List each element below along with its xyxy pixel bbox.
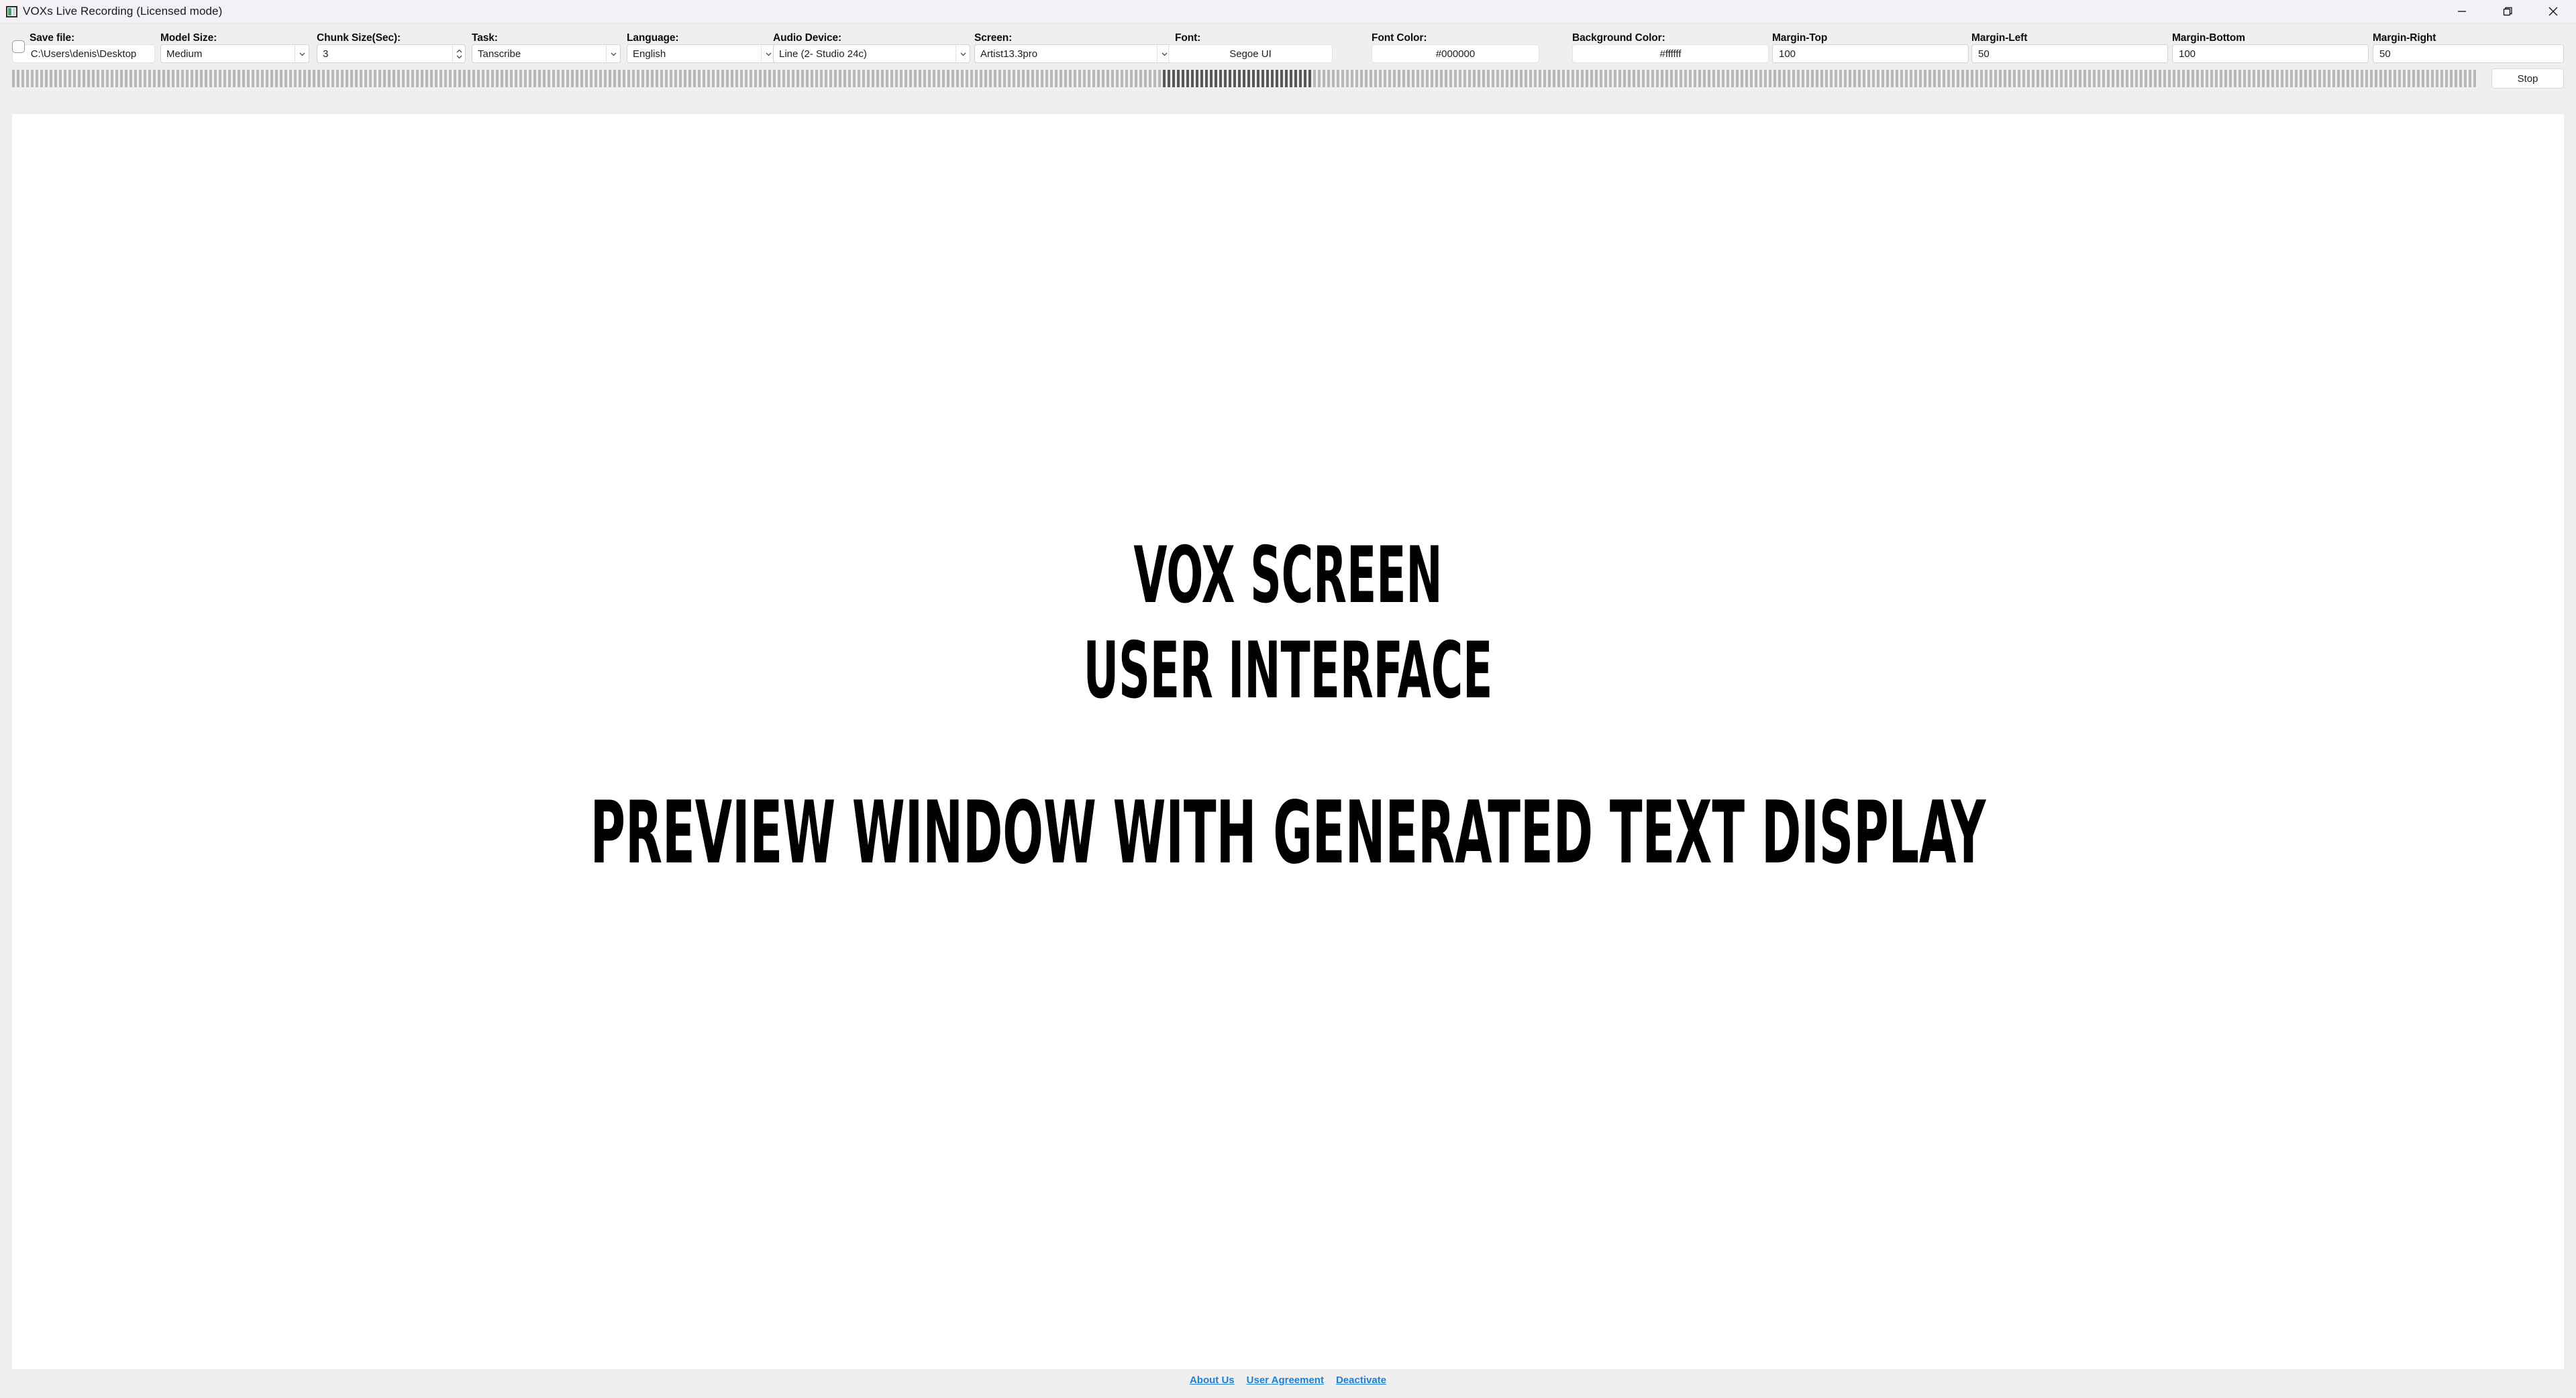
save-file-checkbox[interactable] [12,40,25,53]
save_file-button[interactable]: C:\Users\denis\Desktop [12,44,155,63]
field-margin_bottom: Margin-Bottom 100 [2172,23,2369,68]
font_color-button[interactable]: #000000 [1372,44,1539,63]
font-button[interactable]: Segoe UI [1168,44,1333,63]
preview-line-1: VOX SCREEN [1133,530,1443,621]
audio-level-meter[interactable] [12,70,2477,87]
field-save_file: Save file: C:\Users\denis\Desktop [12,23,155,68]
window-titlebar: VOXs Live Recording (Licensed mode) [0,0,2576,23]
footer-link-about-us[interactable]: About Us [1190,1375,1235,1386]
footer-link-user-agreement[interactable]: User Agreement [1247,1375,1324,1386]
preview-line-3: PREVIEW WINDOW WITH GENERATED TEXT DISPL… [590,783,1986,883]
close-icon[interactable] [2530,0,2576,23]
margin_bottom-input[interactable]: 100 [2172,44,2369,63]
field-language: Language: English [627,23,776,68]
meter-idle-right [1313,70,2477,87]
settings-toolbar: Save file: C:\Users\denis\Desktop Model Si… [0,23,2576,68]
field-model_size: Model Size: Medium [160,23,309,68]
preview-window[interactable]: VOX SCREEN USER INTERFACE PREVIEW WINDOW… [12,114,2564,1369]
save_file-label: Save file: [30,32,75,44]
margin_top-label: Margin-Top [1772,32,1828,44]
stepper-arrows-icon[interactable] [452,44,466,63]
window-controls [2439,0,2576,23]
margin_right-label: Margin-Right [2373,32,2436,44]
vox-app-icon [6,5,17,17]
background_color-label: Background Color: [1572,32,1665,44]
restore-icon[interactable] [2485,0,2530,23]
language-label: Language: [627,32,679,44]
field-margin_right: Margin-Right 50 [2373,23,2564,68]
language-value[interactable]: English [627,44,761,63]
minimize-icon[interactable] [2439,0,2485,23]
margin_top-input[interactable]: 100 [1772,44,1969,63]
task-value[interactable]: Tanscribe [472,44,606,63]
chunk_size-value[interactable]: 3 [317,44,452,63]
screen-value[interactable]: Artist13.3pro [974,44,1157,63]
transport-row: Stop [0,68,2576,91]
margin_bottom-label: Margin-Bottom [2172,32,2245,44]
field-task: Task: Tanscribe [472,23,621,68]
preview-line-2: USER INTERFACE [1083,626,1493,716]
titlebar-left-group: VOXs Live Recording (Licensed mode) [0,5,222,18]
footer-links: About Us User Agreement Deactivate [0,1375,2576,1386]
font_color-label: Font Color: [1372,32,1427,44]
task-label: Task: [472,32,498,44]
chevron-down-icon[interactable] [956,44,970,63]
screen-label: Screen: [974,32,1013,44]
field-margin_top: Margin-Top 100 [1772,23,1969,68]
field-screen: Screen: Artist13.3pro [974,23,1172,68]
chunk_size-label: Chunk Size(Sec): [317,32,401,44]
model_size-label: Model Size: [160,32,217,44]
font-label: Font: [1175,32,1201,44]
window-title: VOXs Live Recording (Licensed mode) [23,5,223,17]
chevron-down-icon[interactable] [295,44,309,63]
margin_left-label: Margin-Left [1971,32,2028,44]
meter-idle-left [12,70,1164,87]
margin_left-input[interactable]: 50 [1971,44,2168,63]
field-audio_device: Audio Device: Line (2- Studio 24c) [773,23,970,68]
margin_right-input[interactable]: 50 [2373,44,2564,63]
field-background_color: Background Color: #ffffff [1572,23,1769,68]
audio_device-value[interactable]: Line (2- Studio 24c) [773,44,956,63]
meter-active [1163,70,1314,87]
field-chunk_size: Chunk Size(Sec): 3 [317,23,466,68]
preview-text-block: VOX SCREEN USER INTERFACE PREVIEW WINDOW… [12,114,2564,877]
background_color-button[interactable]: #ffffff [1572,44,1769,63]
field-margin_left: Margin-Left 50 [1971,23,2168,68]
model_size-value[interactable]: Medium [160,44,295,63]
footer-link-deactivate[interactable]: Deactivate [1336,1375,1386,1386]
field-font: Font: Segoe UI [1168,23,1333,68]
field-font_color: Font Color: #000000 [1372,23,1539,68]
stop-button[interactable]: Stop [2491,68,2564,89]
audio_device-label: Audio Device: [773,32,842,44]
chevron-down-icon[interactable] [606,44,621,63]
